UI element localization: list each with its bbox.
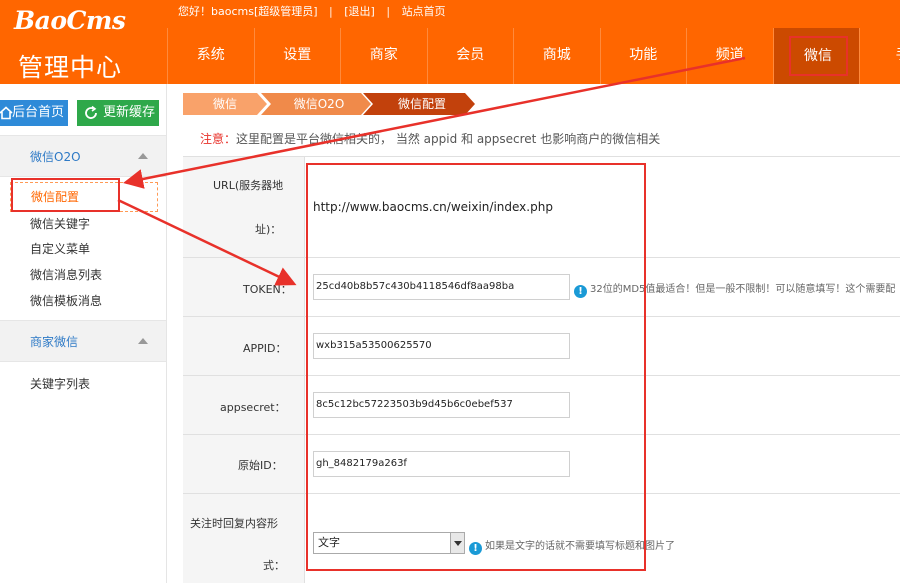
breadcrumb-item-wechat-config[interactable]: 微信配置 [363,93,475,115]
nav-item-channel[interactable]: 频道 [686,28,773,84]
sidebar-group-merchant-wechat[interactable]: 商家微信 [0,320,166,362]
home-button-label: 后台首页 [12,105,65,120]
notice-text: 注意：这里配置是平台微信相关的， 当然 appid 和 appsecret 也影… [200,130,660,147]
greeting-text: 您好！baocms[超级管理员] [178,5,318,18]
nav-item-mall[interactable]: 商城 [513,28,600,84]
nav-item-system[interactable]: 系统 [167,28,254,84]
notice-prefix: 注意： [200,132,237,146]
collapse-triangle-icon [138,338,148,344]
config-highlight-box [11,178,120,212]
sidebar-item-template-message[interactable]: 微信模板消息 [30,292,102,309]
sidebar-item-wechat-keywords[interactable]: 微信关键字 [30,215,90,232]
refresh-icon [85,105,97,119]
reply-type-label-line2: 式： [263,559,285,572]
sidebar-item-keyword-list[interactable]: 关键字列表 [30,375,90,392]
sidebar: 后台首页 更新缓存 微信O2O 微信配置 微信关键字 自定义菜单 微信消息列表 … [0,84,167,583]
brand: BaoCms 管理中心 [0,0,167,84]
refresh-cache-label: 更新缓存 [103,105,156,120]
admin-page: BaoCms 管理中心 您好！baocms[超级管理员] | [退出] | 站点… [0,0,900,583]
notice-body: 这里配置是平台微信相关的， 当然 appid 和 appsecret 也影响商户… [236,132,661,146]
wechat-nav-highlight: 微信 [788,36,848,76]
breadcrumb-label: 微信配置 [397,97,446,111]
breadcrumb-item-wechat[interactable]: 微信 [183,93,267,115]
sidebar-item-custom-menu[interactable]: 自定义菜单 [30,240,90,257]
form-highlight-box [306,163,646,571]
brand-subtitle: 管理中心 [18,53,123,82]
breadcrumb-label: 微信 [212,97,237,111]
divider: | [329,5,333,18]
nav-item-wechat[interactable]: 微信 [772,28,859,84]
top-bar: 您好！baocms[超级管理员] | [退出] | 站点首页 [176,0,448,24]
reply-type-label-line1: 关注时回复内容形 [190,517,278,530]
origin-id-label: 原始ID： [238,459,283,472]
appsecret-label: appsecret： [220,401,286,414]
site-home-link[interactable]: 站点首页 [400,5,448,18]
group-title: 商家微信 [30,335,79,349]
appid-label: APPID： [243,342,287,355]
sidebar-group-wechat-o2o[interactable]: 微信O2O [0,135,166,177]
breadcrumb-label: 微信O2O [293,97,345,111]
nav-item-mobile[interactable]: 手 [859,28,900,84]
token-label: TOKEN： [243,283,292,296]
nav-item-function[interactable]: 功能 [599,28,687,84]
breadcrumb-item-wechat-o2o[interactable]: 微信O2O [261,93,371,115]
home-button[interactable]: 后台首页 [0,100,68,126]
nav-item-member[interactable]: 会员 [426,28,514,84]
sidebar-item-wechat-config[interactable]: 微信配置 [10,178,158,212]
nav-item-settings[interactable]: 设置 [253,28,341,84]
collapse-triangle-icon [138,153,148,159]
url-label-line1: URL(服务器地 [213,179,284,192]
header: BaoCms 管理中心 您好！baocms[超级管理员] | [退出] | 站点… [0,0,900,84]
logout-link[interactable]: [退出] [342,5,377,18]
divider: | [386,5,391,18]
house-icon [0,106,13,120]
nav-item-merchant[interactable]: 商家 [340,28,427,84]
url-label-line2: 址)： [255,223,282,236]
refresh-cache-button[interactable]: 更新缓存 [77,100,159,126]
group-title: 微信O2O [30,150,81,164]
sidebar-item-message-list[interactable]: 微信消息列表 [30,266,102,283]
main-nav: 系统 设置 商家 会员 商城 功能 频道 微信 手 [167,28,900,84]
brand-logo: BaoCms [14,6,126,35]
